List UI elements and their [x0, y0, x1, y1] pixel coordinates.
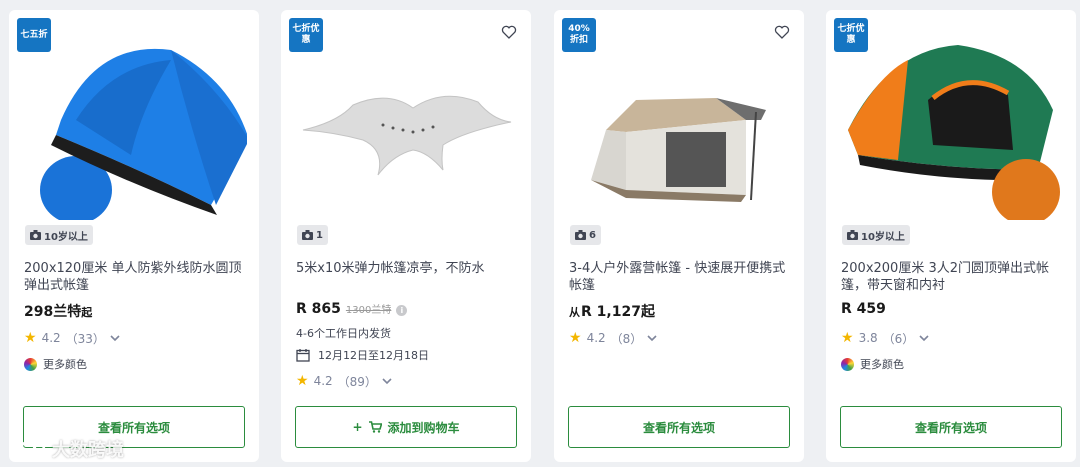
rating[interactable]: ★ 4.2 （33） — [24, 330, 120, 346]
product-title[interactable]: 200x200厘米 3人2门圆顶弹出式帐篷，带天窗和内衬 — [841, 260, 1063, 294]
camera-icon — [30, 230, 41, 240]
star-icon: ★ — [24, 330, 37, 346]
cart-icon — [368, 421, 382, 433]
product-price: R 459 — [841, 301, 886, 317]
camera-icon — [575, 230, 586, 240]
star-icon: ★ — [296, 373, 309, 389]
chevron-down-icon — [110, 335, 120, 342]
product-card[interactable]: 七折优惠 1 5米x10米弹力帐篷凉亭，不防水 R 865 1300兰特 i 4… — [281, 10, 531, 462]
photo-count-tag: 10岁以上 — [25, 225, 93, 245]
product-price: 298兰特起 — [24, 304, 93, 320]
old-price: 1300兰特 — [345, 305, 392, 316]
product-image[interactable] — [838, 20, 1064, 220]
product-image[interactable] — [21, 20, 247, 220]
plus-icon: + — [352, 420, 363, 434]
rating[interactable]: ★ 3.8 （6） — [841, 330, 929, 346]
product-price: 从 R 1,127起 — [569, 304, 655, 320]
product-card[interactable]: 40%折扣 6 3-4人户外露营帐篷 - 快速展开便携式帐篷 从 R 1,127… — [554, 10, 804, 462]
product-card[interactable]: 七五折 10岁以上 200x120厘米 单人防紫外线防水圆顶弹出式帐篷 298兰… — [9, 10, 259, 462]
shipping-time: 4-6个工作日内发货 — [296, 327, 391, 340]
product-card[interactable]: 七折优惠 10岁以上 200x200厘米 3人2门圆顶弹出式帐篷，带天窗和内衬 … — [826, 10, 1076, 462]
heart-icon[interactable] — [501, 24, 517, 40]
photo-count-tag: 10岁以上 — [842, 225, 910, 245]
heart-icon[interactable] — [774, 24, 790, 40]
view-options-button[interactable]: 查看所有选项 — [840, 406, 1062, 448]
chevron-down-icon — [647, 335, 657, 342]
photo-count-tag: 6 — [570, 225, 601, 245]
discount-badge: 七五折 — [17, 18, 51, 52]
info-icon[interactable]: i — [396, 305, 408, 316]
watermark: 大数跨境 — [8, 436, 124, 462]
discount-badge: 七折优惠 — [834, 18, 868, 52]
delivery-date: 12月12日至12月18日 — [296, 347, 429, 363]
calendar-icon — [296, 349, 310, 362]
rating[interactable]: ★ 4.2 （8） — [569, 330, 657, 346]
product-title[interactable]: 3-4人户外露营帐篷 - 快速展开便携式帐篷 — [569, 260, 791, 294]
more-colors[interactable]: 更多颜色 — [24, 356, 87, 372]
view-options-button[interactable]: 查看所有选项 — [568, 406, 790, 448]
product-price: R 865 1300兰特 i — [296, 301, 408, 317]
color-wheel-icon — [841, 357, 854, 371]
chevron-down-icon — [382, 378, 392, 385]
product-image[interactable] — [566, 20, 792, 220]
discount-badge: 40%折扣 — [562, 18, 596, 52]
product-title[interactable]: 200x120厘米 单人防紫外线防水圆顶弹出式帐篷 — [24, 260, 246, 294]
camera-icon — [302, 230, 313, 240]
rating[interactable]: ★ 4.2 （89） — [296, 373, 392, 389]
star-icon: ★ — [841, 330, 854, 346]
camera-icon — [847, 230, 858, 240]
product-title[interactable]: 5米x10米弹力帐篷凉亭，不防水 — [296, 260, 518, 277]
discount-badge: 七折优惠 — [289, 18, 323, 52]
more-colors[interactable]: 更多颜色 — [841, 356, 904, 372]
watermark-logo-icon — [10, 440, 46, 458]
chevron-down-icon — [919, 335, 929, 342]
color-wheel-icon — [24, 357, 37, 371]
add-to-cart-button[interactable]: + 添加到购物车 — [295, 406, 517, 448]
star-icon: ★ — [569, 330, 582, 346]
product-image[interactable] — [293, 20, 519, 220]
photo-count-tag: 1 — [297, 225, 328, 245]
